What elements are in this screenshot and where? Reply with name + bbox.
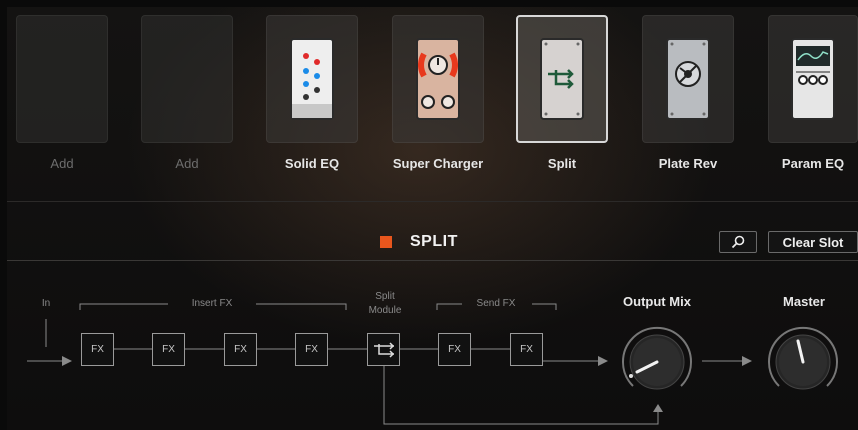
effects-rack: Add Add Solid EQ Super Charger Split Pla… — [0, 0, 858, 430]
split-icon — [373, 341, 394, 358]
signal-flow — [27, 303, 752, 425]
insert-fx-slot-1[interactable]: FX — [81, 333, 114, 366]
split-module-box[interactable] — [367, 333, 400, 366]
send-fx-slot-2[interactable]: FX — [510, 333, 543, 366]
master-knob[interactable] — [765, 324, 841, 400]
insert-fx-slot-3[interactable]: FX — [224, 333, 257, 366]
insert-fx-slot-2[interactable]: FX — [152, 333, 185, 366]
send-fx-slot-1[interactable]: FX — [438, 333, 471, 366]
insert-fx-slot-4[interactable]: FX — [295, 333, 328, 366]
output-mix-knob[interactable] — [619, 324, 695, 400]
